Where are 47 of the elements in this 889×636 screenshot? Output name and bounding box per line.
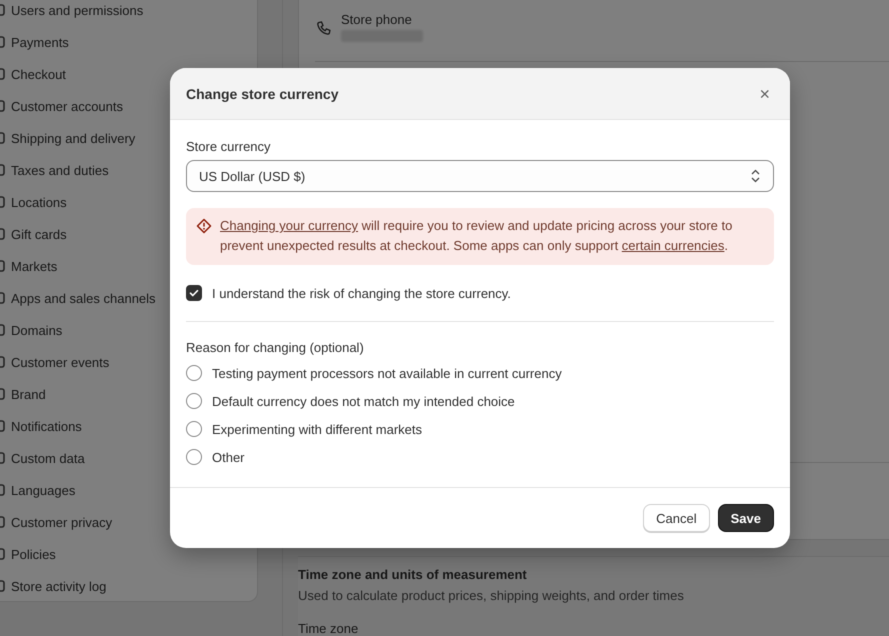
sidebar-item[interactable]: Domains <box>11 322 62 338</box>
radio-button[interactable] <box>186 393 202 409</box>
phone-icon <box>315 20 331 36</box>
sidebar-item[interactable]: Gift cards <box>11 226 67 242</box>
chevron-up-down-icon <box>750 169 761 183</box>
sidebar-item[interactable]: Shipping and delivery <box>11 130 136 146</box>
sidebar-item[interactable]: Apps and sales channels <box>11 290 156 306</box>
sidebar-item[interactable]: Custom data <box>11 450 85 466</box>
field-label: Time zone <box>298 621 360 636</box>
sidebar-item[interactable]: Locations <box>11 194 67 210</box>
warning-icon <box>196 218 212 234</box>
sidebar-item[interactable]: Markets <box>11 258 58 274</box>
sidebar-item[interactable]: Taxes and duties <box>11 162 109 178</box>
sidebar-item[interactable]: Payments <box>11 34 69 50</box>
field-label: Reason for changing (optional) <box>186 340 365 355</box>
sidebar-item[interactable]: Customer privacy <box>11 514 112 530</box>
warning-text: Changing your currency will require you to review and update pricing across your store to prevent unexpected results at checkout. Some apps can only support certain currencies. <box>220 217 734 255</box>
checkbox[interactable] <box>186 285 202 301</box>
section-description: Used to calculate product prices, shipping weights, and order times <box>298 588 685 603</box>
radio-button[interactable] <box>186 421 202 437</box>
cancel-button[interactable]: Cancel <box>643 504 710 532</box>
field-label: Store currency <box>186 139 272 154</box>
sidebar-item[interactable]: Store activity log <box>11 578 106 594</box>
checkbox-label[interactable]: I understand the risk of changing the store currency. <box>212 286 511 300</box>
sidebar-item[interactable]: Policies <box>11 546 56 562</box>
radio-label[interactable]: Default currency does not match my intended choice <box>212 394 515 408</box>
close-button[interactable]: × <box>755 84 774 102</box>
field-label: Store phone <box>341 12 413 27</box>
save-button[interactable]: Save <box>718 504 774 532</box>
radio-label[interactable]: Experimenting with different markets <box>212 422 422 436</box>
sidebar-item[interactable]: Users and permissions <box>11 2 144 18</box>
sidebar-item[interactable]: Languages <box>11 482 76 498</box>
warning-link[interactable]: Changing your currency <box>220 218 358 233</box>
dialog-title: Change store currency <box>186 86 338 102</box>
warning-link[interactable]: certain currencies <box>622 238 724 253</box>
sidebar-item[interactable]: Checkout <box>11 66 66 82</box>
sidebar-item[interactable]: Notifications <box>11 418 82 434</box>
radio-label[interactable]: Testing payment processors not available in current currency <box>212 366 562 380</box>
radio-button[interactable] <box>186 449 202 465</box>
sidebar-item[interactable]: Customer events <box>11 354 110 370</box>
sidebar-item[interactable]: Customer accounts <box>11 98 123 114</box>
section-title: Time zone and units of measurement <box>298 567 528 582</box>
radio-label[interactable]: Other <box>212 450 245 464</box>
sidebar-item[interactable]: Brand <box>11 386 46 402</box>
currency-select[interactable]: US Dollar (USD $) <box>186 160 774 192</box>
checkmark-icon <box>188 287 200 299</box>
radio-button[interactable] <box>186 365 202 381</box>
